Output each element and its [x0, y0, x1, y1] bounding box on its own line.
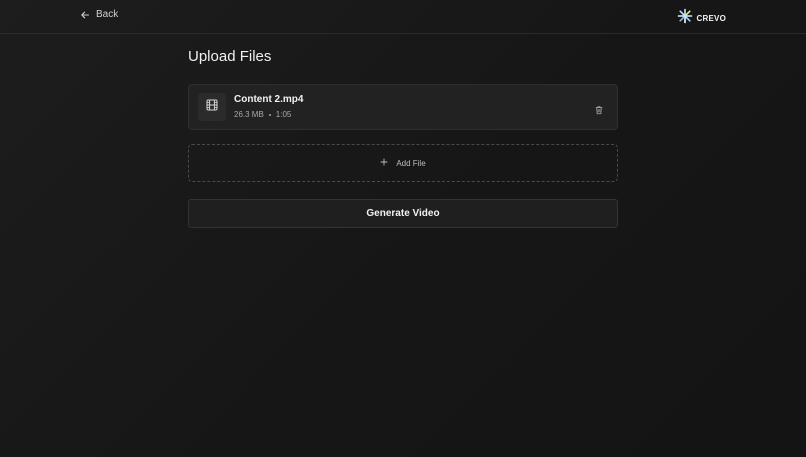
- file-name: Content 2.mp4: [234, 94, 304, 105]
- file-meta: 26.3 MB 1:05: [234, 110, 291, 119]
- top-bar: Back CREVO: [0, 0, 806, 34]
- trash-icon: [594, 102, 604, 119]
- plus-icon: [380, 158, 388, 168]
- add-file-button[interactable]: Add File: [188, 144, 618, 182]
- meta-separator: [268, 113, 271, 116]
- page-title: Upload Files: [188, 48, 272, 65]
- file-thumbnail: [198, 93, 226, 121]
- arrow-left-icon: [80, 10, 90, 20]
- back-button[interactable]: Back: [80, 9, 118, 20]
- file-size: 26.3 MB: [234, 110, 264, 119]
- generate-video-button[interactable]: Generate Video: [188, 199, 618, 228]
- upload-page: Back CREVO Upload Files Content 2.mp4 26…: [0, 0, 806, 457]
- generate-video-label: Generate Video: [366, 208, 440, 219]
- file-duration: 1:05: [275, 110, 292, 119]
- brand-logo: CREVO: [677, 8, 726, 29]
- file-item: Content 2.mp4 26.3 MB 1:05: [188, 84, 618, 130]
- add-file-label: Add File: [396, 158, 426, 168]
- brand-name: CREVO: [696, 14, 726, 23]
- upload-content: Upload Files Content 2.mp4 26.3 MB 1:05 …: [188, 48, 618, 228]
- back-label: Back: [96, 9, 119, 20]
- delete-file-button[interactable]: [594, 102, 604, 120]
- crevo-logo-icon: [677, 8, 693, 29]
- film-icon: [206, 98, 218, 116]
